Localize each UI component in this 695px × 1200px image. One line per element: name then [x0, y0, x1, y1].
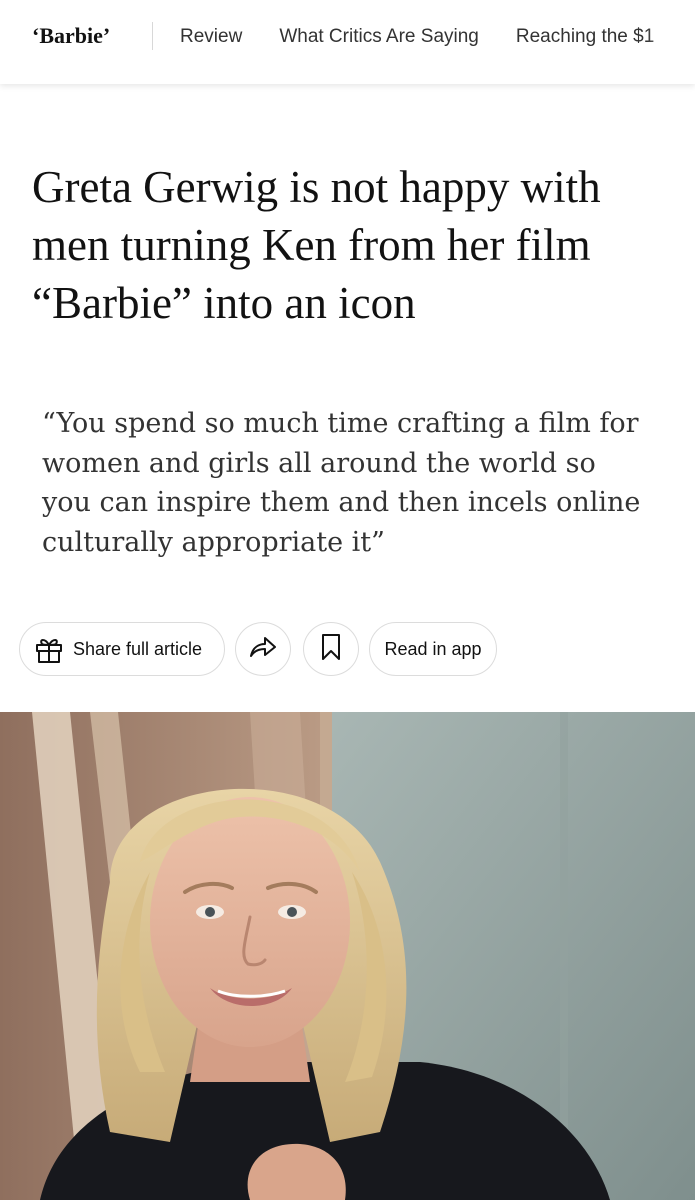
share-button[interactable] — [235, 622, 291, 676]
nav-link-critics[interactable]: What Critics Are Saying — [279, 24, 479, 50]
top-navigation: ‘Barbie’ Review What Critics Are Saying … — [0, 0, 695, 84]
bookmark-icon — [320, 633, 342, 666]
read-in-app-button[interactable]: Read in app — [369, 622, 497, 676]
nav-divider — [152, 22, 153, 50]
portrait-photo — [0, 712, 695, 1200]
read-in-app-label: Read in app — [384, 638, 482, 659]
nav-links: Review What Critics Are Saying Reaching … — [180, 24, 691, 50]
save-button[interactable] — [303, 622, 359, 676]
article-photo — [0, 712, 695, 1200]
article-summary: “You spend so much time crafting a film … — [42, 408, 641, 558]
share-arrow-icon — [248, 634, 278, 665]
gift-icon — [34, 634, 64, 664]
section-title[interactable]: ‘Barbie’ — [32, 20, 110, 52]
share-full-article-label: Share full article — [73, 638, 203, 659]
nav-fade — [647, 0, 695, 84]
article-actions: Share full article Read in app — [19, 622, 679, 678]
nav-link-reaching[interactable]: Reaching the $1 — [516, 24, 654, 50]
article-headline: Greta Gerwig is not happy with men turni… — [32, 162, 601, 328]
nav-link-review[interactable]: Review — [180, 24, 242, 50]
share-full-article-button[interactable]: Share full article — [19, 622, 225, 676]
